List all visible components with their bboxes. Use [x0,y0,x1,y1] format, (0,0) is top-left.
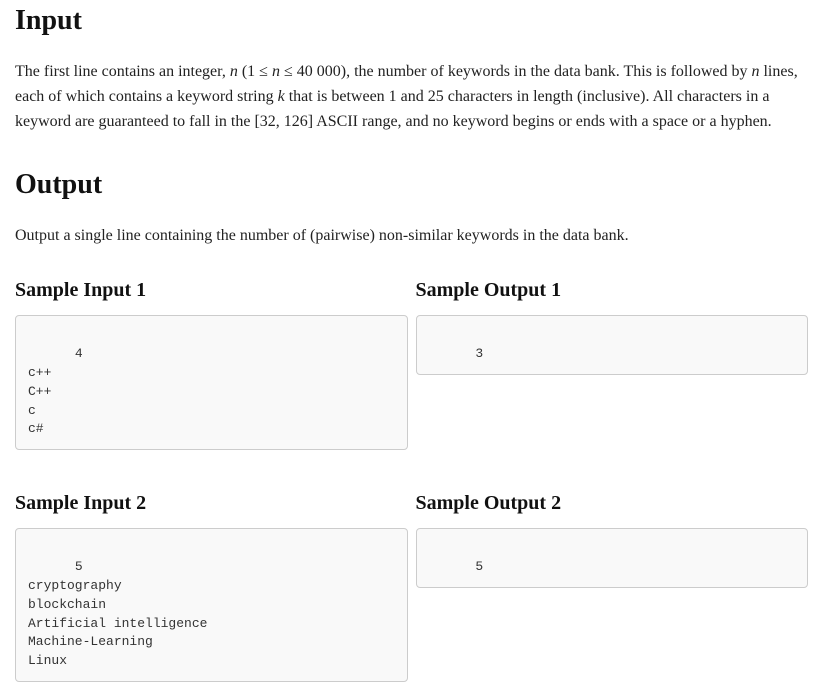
math-40000: 40 000 [297,63,341,80]
copy-icon[interactable] [386,534,400,548]
text: ASCII range, and no keyword begins or en… [313,113,772,130]
copy-icon[interactable] [786,534,800,548]
input-description: The first line contains an integer, n (1… [15,60,808,134]
math-25: 25 [428,88,444,105]
sample-output-box: 3 [416,315,809,375]
sample-input-box: 5 cryptography blockchain Artificial int… [15,528,408,682]
math-range: [32, 126] [254,113,313,130]
sample-output-text: 5 [475,559,483,574]
sample-input-text: 4 c++ C++ c c# [28,346,83,436]
text: The first line contains an integer, [15,63,230,80]
math-1: 1 [247,63,255,80]
sample-input-heading: Sample Input 2 [15,488,408,518]
text: ), the number of keywords in the data ba… [341,63,752,80]
sample-input-box: 4 c++ C++ c c# [15,315,408,450]
math-1: 1 [389,88,397,105]
math-k: k [278,88,285,105]
sample-output-heading: Sample Output 2 [416,488,809,518]
sample-output-heading: Sample Output 1 [416,275,809,305]
sample-input-heading: Sample Input 1 [15,275,408,305]
copy-icon[interactable] [786,321,800,335]
text: ≤ [255,63,272,80]
output-description: Output a single line containing the numb… [15,224,808,249]
sample-input-text: 5 cryptography blockchain Artificial int… [28,559,207,668]
sample-group-1: Sample Input 1 4 c++ C++ c c# Sample Out… [15,265,808,450]
sample-group-2: Sample Input 2 5 cryptography blockchain… [15,478,808,682]
math-n: n [272,63,280,80]
sample-output-text: 3 [475,346,483,361]
math-n: n [230,63,238,80]
text: ≤ [280,63,297,80]
text: that is between [285,88,389,105]
text: and [397,88,428,105]
text: ( [238,63,247,80]
copy-icon[interactable] [386,321,400,335]
input-heading: Input [15,0,808,42]
output-heading: Output [15,164,808,206]
